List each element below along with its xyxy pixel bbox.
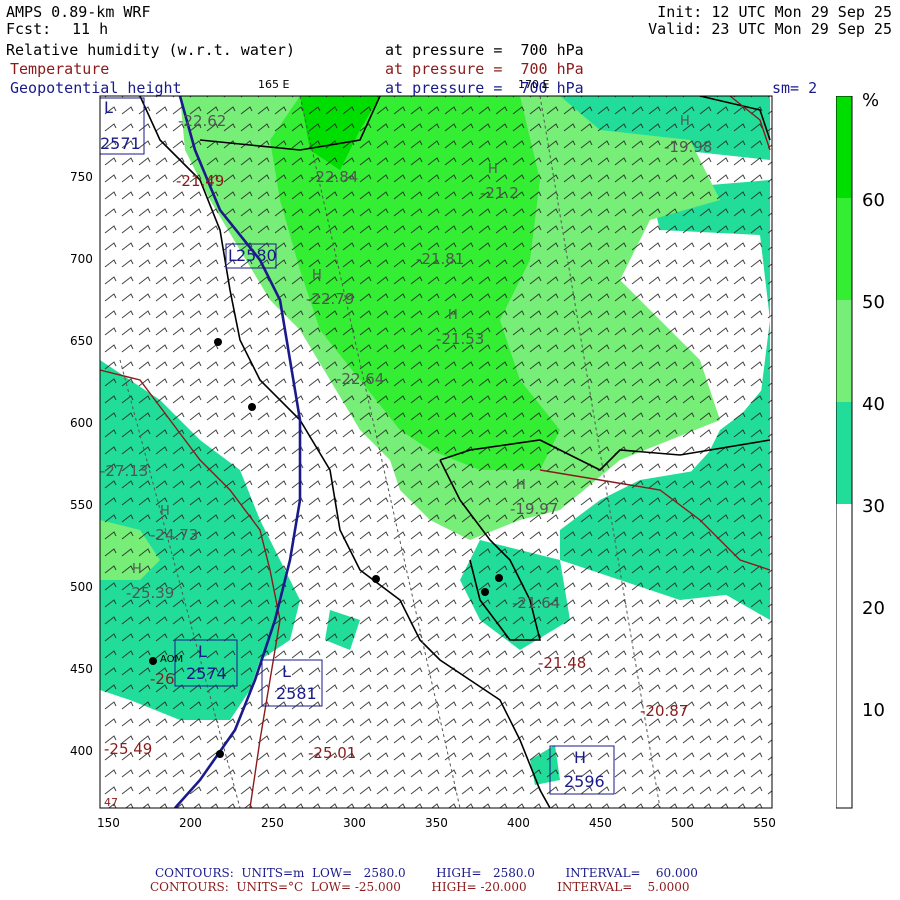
colorbar-tick: 60 (862, 190, 885, 211)
temp-label: H (488, 162, 498, 177)
temp-label: -22.84 (310, 168, 359, 186)
y-tick: 450 (70, 662, 93, 676)
height-low-value: 2574 (186, 664, 227, 683)
y-tick: 700 (70, 252, 93, 266)
colorbar-tick: 20 (862, 598, 885, 619)
temp-label: H (132, 562, 142, 577)
temp-label: -22.62 (178, 112, 227, 130)
temp-label: -26 (150, 670, 175, 688)
y-tick: 550 (70, 498, 93, 512)
x-tick: 300 (343, 816, 366, 830)
temp-label: -21.53 (436, 330, 485, 348)
height-high-value: 2596 (564, 772, 605, 791)
x-tick: 200 (179, 816, 202, 830)
x-tick: 550 (753, 816, 776, 830)
temp-label: H (160, 504, 170, 519)
temp-label: -24.73 (150, 526, 199, 544)
colorbar-tick: 40 (862, 394, 885, 415)
temp-label: -21.81 (416, 250, 465, 268)
x-tick: 250 (261, 816, 284, 830)
temp-label: -25.01 (308, 744, 357, 762)
footer-temp-contours: CONTOURS: UNITS=°C LOW= -25.000 HIGH= -2… (150, 880, 690, 894)
temp-label: H (680, 114, 690, 129)
temp-label: -22.79 (306, 290, 355, 308)
height-low-value: 2571 (100, 134, 141, 153)
x-tick: 350 (425, 816, 448, 830)
height-high-label: H (574, 748, 587, 767)
temp-label: H (448, 308, 458, 323)
x-tick: 150 (97, 816, 120, 830)
y-tick: 400 (70, 744, 93, 758)
temp-label: 47 (104, 796, 118, 809)
temp-label: -27.13 (100, 462, 149, 480)
temp-label: -25.49 (104, 740, 153, 758)
x-tick: 500 (671, 816, 694, 830)
temp-label: -19.97 (510, 500, 559, 518)
temp-label: -20.87 (640, 702, 689, 720)
height-low-value: 2580 (236, 246, 277, 265)
temp-label: -19.98 (664, 138, 713, 156)
station-label: AOM (160, 654, 184, 665)
temp-label: -25.39 (126, 584, 175, 602)
y-tick: 650 (70, 334, 93, 348)
y-tick: 500 (70, 580, 93, 594)
footer-height-contours: CONTOURS: UNITS=m LOW= 2580.0 HIGH= 2580… (155, 866, 698, 880)
height-low-label: L (104, 98, 113, 117)
x-tick: 400 (507, 816, 530, 830)
colorbar-tick: 30 (862, 496, 885, 517)
temp-label: H (312, 268, 322, 283)
height-low-label: L (282, 662, 291, 681)
height-low-label: L (198, 642, 207, 661)
y-tick: 600 (70, 416, 93, 430)
x-tick: 450 (589, 816, 612, 830)
temp-label: -21.64 (512, 594, 561, 612)
temp-label: -21.49 (176, 172, 225, 190)
colorbar-unit: % (862, 90, 880, 111)
colorbar-tick: 50 (862, 292, 885, 313)
colorbar-tick: 10 (862, 700, 885, 721)
temp-label: -21.2 (480, 184, 519, 202)
height-low-value: 2581 (276, 684, 317, 703)
temp-label: -21.48 (538, 654, 587, 672)
temp-label: H (516, 478, 526, 493)
y-tick: 750 (70, 170, 93, 184)
temp-label: -22.64 (336, 370, 385, 388)
